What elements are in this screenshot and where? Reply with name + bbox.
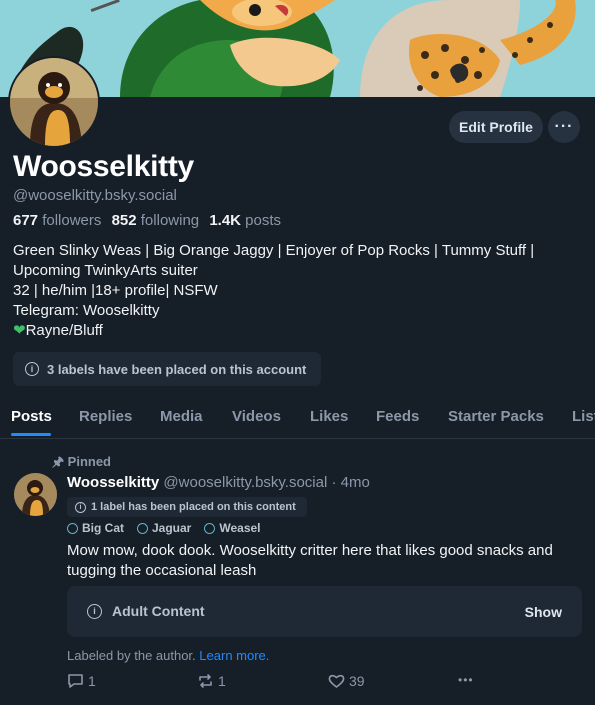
repost-icon — [199, 674, 212, 688]
learn-more-link[interactable]: Learn more. — [199, 648, 269, 663]
more-options-button[interactable]: ··· — [548, 111, 580, 143]
active-tab-indicator — [11, 433, 51, 436]
posts-count: 1.4K — [209, 212, 241, 229]
posts-label: posts — [245, 212, 282, 229]
followers-label: followers — [42, 212, 102, 229]
post-header: Woosselkitty @wooselkitty.bsky.social · … — [67, 474, 370, 491]
bio-line: ❤Rayne/Bluff — [13, 321, 588, 341]
tag-weasel[interactable]: Weasel — [204, 521, 261, 535]
profile-handle: @wooselkitty.bsky.social — [13, 187, 177, 204]
followers-link[interactable]: 677 followers — [13, 212, 101, 229]
account-labels-button[interactable]: i 3 labels have been placed on this acco… — [13, 352, 321, 386]
post-more-button[interactable]: ••• — [458, 673, 474, 687]
repost-count: 1 — [218, 673, 226, 689]
profile-avatar[interactable] — [8, 56, 100, 148]
profile-tabs: Posts Replies Media Videos Likes Feeds S… — [0, 398, 595, 439]
avatar-image — [10, 58, 98, 146]
tab-media[interactable]: Media — [160, 408, 203, 425]
pin-icon: 🖈 — [52, 454, 65, 469]
more-dots-icon: ••• — [458, 673, 474, 687]
tab-videos[interactable]: Videos — [232, 408, 281, 425]
post-author-avatar[interactable] — [14, 473, 57, 516]
post-author-name[interactable]: Woosselkitty — [67, 474, 159, 491]
content-warning-label: i Adult Content — [87, 603, 205, 619]
green-heart-icon: ❤ — [13, 322, 26, 339]
bio-line: 32 | he/him |18+ profile| NSFW — [13, 282, 218, 299]
post-tags: Big Cat Jaguar Weasel — [67, 521, 274, 535]
tag-label: Weasel — [219, 521, 261, 535]
labeler-icon — [204, 522, 216, 534]
post-timestamp[interactable]: · 4mo — [331, 474, 369, 491]
labeler-icon — [137, 522, 148, 534]
post-text: Mow mow, dook dook. Wooselkitty critter … — [67, 542, 553, 579]
profile-bio: Green Slinky Weas | Big Orange Jaggy | E… — [13, 241, 588, 341]
content-warning[interactable]: i Adult Content Show — [67, 586, 582, 637]
content-warning-text: Adult Content — [112, 603, 205, 619]
tab-feeds[interactable]: Feeds — [376, 408, 419, 425]
pinned-label: Pinned — [67, 454, 111, 469]
bio-line: Telegram: Wooselkitty — [13, 302, 160, 319]
followers-count: 677 — [13, 212, 39, 229]
following-link[interactable]: 852 following — [112, 212, 200, 229]
labeled-by-text: Labeled by the author. — [67, 648, 196, 663]
repost-button[interactable]: 1 — [197, 673, 226, 689]
edit-profile-button[interactable]: Edit Profile — [449, 111, 543, 143]
following-count: 852 — [111, 212, 137, 229]
content-labels-button[interactable]: i 1 label has been placed on this conten… — [67, 497, 307, 517]
bio-line: Green Slinky Weas | Big Orange Jaggy | E… — [13, 242, 535, 259]
show-content-button[interactable]: Show — [525, 604, 562, 620]
tag-label: Jaguar — [152, 521, 192, 535]
tag-big-cat[interactable]: Big Cat — [67, 521, 124, 535]
account-labels-text: 3 labels have been placed on this accoun… — [47, 361, 307, 377]
heart-icon — [328, 674, 345, 688]
bio-line: Upcoming TwinkyArts suiter — [13, 262, 198, 279]
info-icon: i — [87, 603, 102, 619]
tab-starter-packs[interactable]: Starter Packs — [448, 408, 544, 425]
pinned-indicator: 🖈 Pinned — [52, 453, 111, 475]
post-author-handle[interactable]: @wooselkitty.bsky.social — [163, 474, 327, 491]
tab-lists[interactable]: Lists — [572, 408, 595, 425]
profile-stats: 677 followers 852 following 1.4K posts — [13, 212, 281, 229]
reply-button[interactable]: 1 — [67, 673, 96, 689]
labeler-icon — [67, 522, 78, 534]
like-count: 39 — [349, 673, 365, 689]
following-label: following — [140, 212, 200, 229]
tag-jaguar[interactable]: Jaguar — [137, 521, 191, 535]
bio-line-text: Rayne/Bluff — [25, 322, 103, 339]
tab-posts[interactable]: Posts — [11, 408, 52, 425]
labeled-by: Labeled by the author. Learn more. — [67, 648, 269, 663]
tab-replies[interactable]: Replies — [79, 408, 132, 425]
posts-stat: 1.4K posts — [209, 212, 281, 229]
content-labels-text: 1 label has been placed on this content — [91, 501, 296, 513]
info-icon: i — [75, 501, 86, 513]
display-name: Woosselkitty — [13, 150, 194, 183]
post-actions: 1 1 39 ••• — [0, 673, 595, 693]
reply-icon — [68, 674, 83, 688]
like-button[interactable]: 39 — [328, 673, 365, 689]
tag-label: Big Cat — [82, 521, 124, 535]
tab-likes[interactable]: Likes — [310, 408, 348, 425]
reply-count: 1 — [88, 673, 96, 689]
info-icon: i — [25, 362, 39, 376]
more-dots-icon: ··· — [554, 118, 574, 135]
